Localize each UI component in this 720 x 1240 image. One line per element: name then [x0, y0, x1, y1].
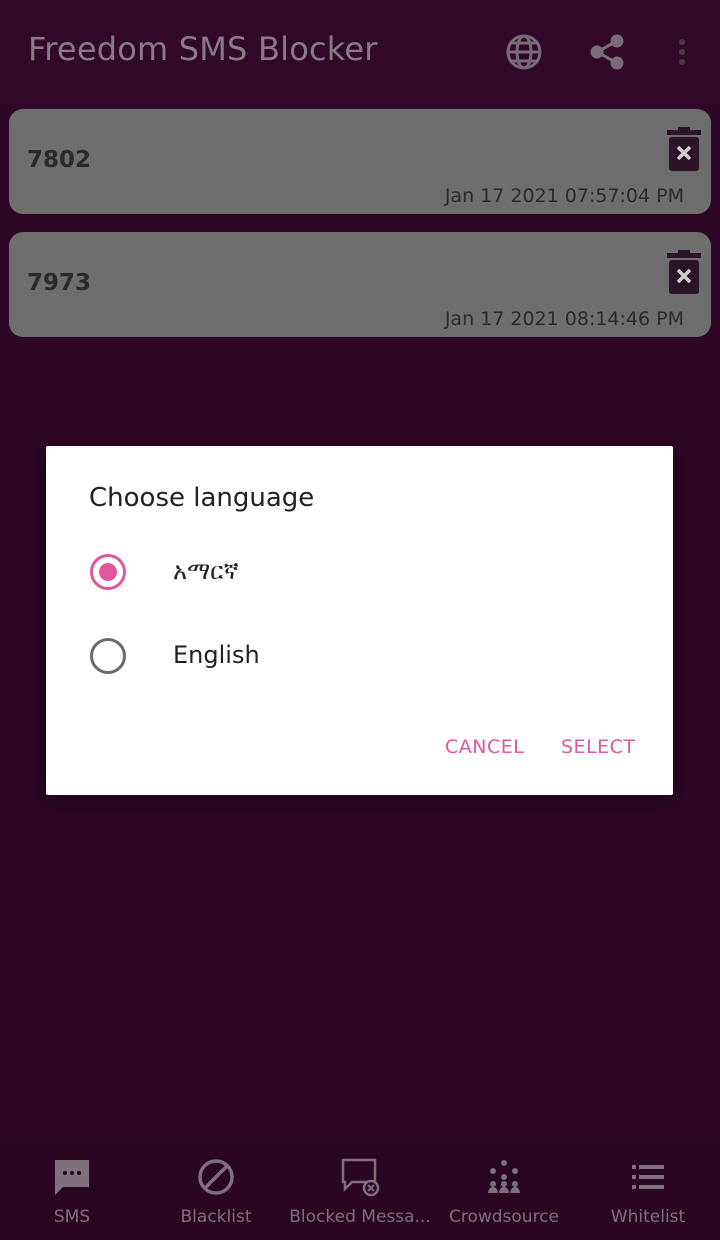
option-label: English: [173, 641, 260, 669]
blocked-message-icon: [341, 1158, 380, 1197]
timestamp: Jan 17 2021 08:14:46 PM: [444, 308, 684, 330]
option-label: አማርኛ: [173, 557, 239, 585]
phone-number: 7802: [27, 147, 92, 173]
share-icon: [590, 34, 624, 70]
delete-button[interactable]: [667, 250, 701, 294]
delete-button[interactable]: [667, 127, 701, 171]
radio-button[interactable]: [90, 638, 126, 674]
share-button[interactable]: [585, 30, 629, 74]
list-item[interactable]: 7973 Jan 17 2021 08:14:46 PM: [9, 232, 711, 337]
language-option-english[interactable]: English: [90, 636, 630, 676]
language-dialog: Choose language አማርኛ English CANCEL SELE…: [46, 446, 673, 795]
language-option-amharic[interactable]: አማርኛ: [90, 552, 630, 592]
nav-label: Crowdsource: [448, 1207, 560, 1227]
app-title: Freedom SMS Blocker: [28, 30, 378, 68]
nav-item-whitelist[interactable]: Whitelist: [576, 1140, 720, 1240]
nav-item-sms[interactable]: SMS: [0, 1140, 144, 1240]
nav-label: Blocked Messa...: [289, 1207, 431, 1227]
nav-item-blacklist[interactable]: Blacklist: [144, 1140, 288, 1240]
cancel-button[interactable]: CANCEL: [445, 736, 524, 758]
nav-label: SMS: [53, 1207, 91, 1227]
list-icon: [632, 1165, 664, 1189]
nav-label: Whitelist: [610, 1207, 686, 1227]
globe-icon: [506, 34, 542, 70]
timestamp: Jan 17 2021 07:57:04 PM: [444, 185, 684, 207]
delete-icon: [667, 250, 701, 294]
more-vert-icon: [679, 39, 685, 65]
sms-icon: [55, 1160, 89, 1195]
nav-item-crowdsource[interactable]: Crowdsource: [432, 1140, 576, 1240]
list-item[interactable]: 7802 Jan 17 2021 07:57:04 PM: [9, 109, 711, 214]
select-button[interactable]: SELECT: [561, 736, 636, 758]
delete-icon: [667, 127, 701, 171]
radio-button-selected[interactable]: [90, 554, 126, 590]
app-bar: Freedom SMS Blocker: [0, 0, 720, 104]
dialog-title: Choose language: [89, 483, 315, 513]
phone-number: 7973: [27, 270, 92, 296]
nav-item-blocked-messages[interactable]: Blocked Messa...: [288, 1140, 432, 1240]
bottom-navigation: SMS Blacklist Blocked Messa... Crowdsour…: [0, 1140, 720, 1240]
nav-label: Blacklist: [180, 1207, 252, 1227]
crowdsource-icon: [488, 1160, 520, 1193]
block-icon: [198, 1159, 234, 1195]
language-button[interactable]: [502, 30, 546, 74]
more-options-button[interactable]: [660, 30, 704, 74]
